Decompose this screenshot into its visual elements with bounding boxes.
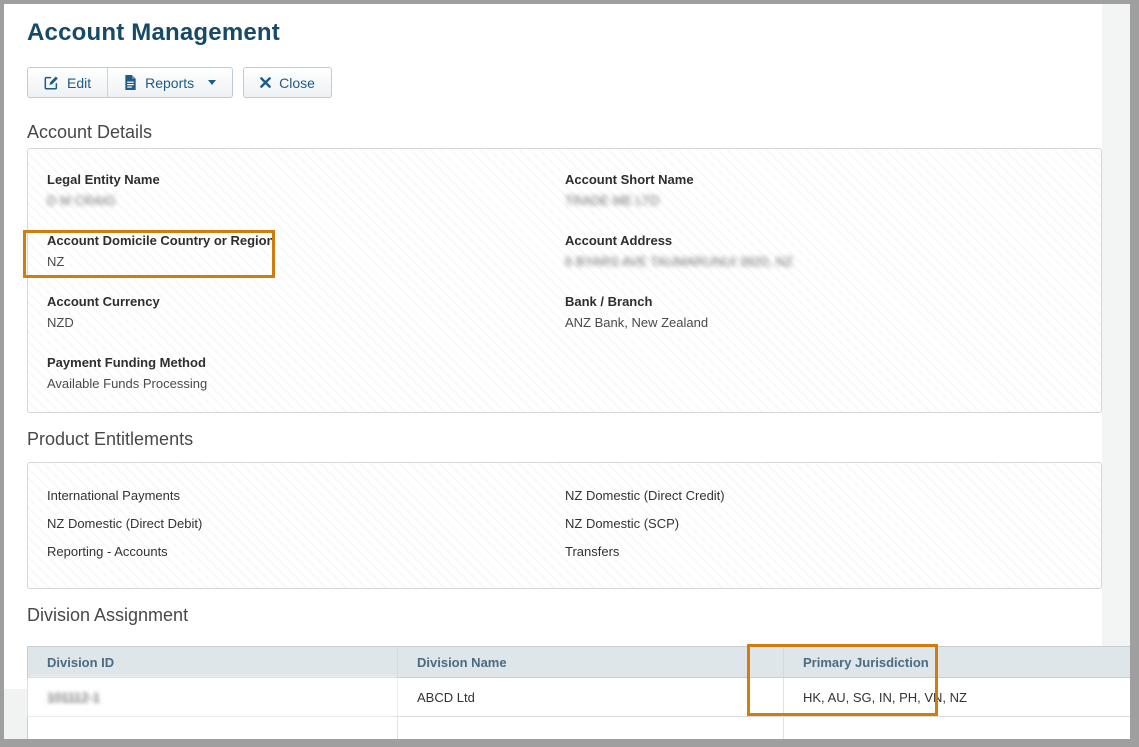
cell-empty bbox=[28, 717, 398, 740]
field-value: ANZ Bank, New Zealand bbox=[565, 315, 1082, 330]
toolbar-button-group: Edit Reports bbox=[27, 67, 233, 98]
field-label: Account Currency bbox=[47, 294, 565, 309]
product-entitlements-list: International Payments NZ Domestic (Dire… bbox=[47, 487, 1082, 561]
field-value: NZD bbox=[47, 315, 565, 330]
field-value-redacted: 6 BYARS AVE TAUMARUNUI 3920, NZ bbox=[565, 254, 1082, 269]
close-icon bbox=[260, 77, 271, 88]
page-title: Account Management bbox=[27, 17, 1130, 49]
field-account-domicile-country: Account Domicile Country or Region NZ bbox=[47, 233, 565, 273]
entitlement-item: NZ Domestic (Direct Credit) bbox=[565, 487, 1082, 505]
field-value: Available Funds Processing bbox=[47, 376, 565, 391]
reports-button-label: Reports bbox=[145, 75, 194, 91]
field-label: Account Address bbox=[565, 233, 1082, 248]
field-value-redacted: TRADE ME LTD bbox=[565, 193, 1082, 208]
field-bank-branch: Bank / Branch ANZ Bank, New Zealand bbox=[565, 294, 1082, 334]
entitlement-item: Transfers bbox=[565, 543, 1082, 561]
page-content: Account Management Edit bbox=[4, 4, 1130, 739]
toolbar: Edit Reports bbox=[27, 67, 1130, 98]
table-row-division[interactable]: 101112-1 ABCD Ltd HK, AU, SG, IN, PH, VN… bbox=[28, 678, 1131, 717]
field-value: NZ bbox=[47, 254, 565, 269]
column-header-primary-jurisdiction: Primary Jurisdiction bbox=[784, 647, 1131, 678]
field-account-currency: Account Currency NZD bbox=[47, 294, 565, 334]
edit-icon bbox=[44, 75, 59, 90]
document-icon bbox=[124, 75, 137, 90]
column-header-division-name: Division Name bbox=[398, 647, 784, 678]
account-details-fields: Legal Entity Name D M CRAIG Account Shor… bbox=[47, 172, 1082, 395]
section-heading-account-details: Account Details bbox=[27, 120, 1130, 144]
field-account-short-name: Account Short Name TRADE ME LTD bbox=[565, 172, 1082, 212]
section-heading-product-entitlements: Product Entitlements bbox=[27, 427, 1130, 451]
field-account-address: Account Address 6 BYARS AVE TAUMARUNUI 3… bbox=[565, 233, 1082, 273]
reports-button[interactable]: Reports bbox=[107, 68, 232, 97]
account-details-panel: Legal Entity Name D M CRAIG Account Shor… bbox=[27, 148, 1102, 413]
cell-division-name: ABCD Ltd bbox=[398, 678, 784, 717]
column-header-division-id: Division ID bbox=[28, 647, 398, 678]
division-assignment-table: Division ID Division Name Primary Jurisd… bbox=[27, 646, 1102, 739]
caret-down-icon bbox=[208, 80, 216, 85]
field-value-redacted: D M CRAIG bbox=[47, 193, 565, 208]
field-legal-entity-name: Legal Entity Name D M CRAIG bbox=[47, 172, 565, 212]
field-empty bbox=[565, 355, 1082, 395]
field-label: Bank / Branch bbox=[565, 294, 1082, 309]
table-row-empty bbox=[28, 717, 1131, 740]
edit-button-label: Edit bbox=[67, 75, 91, 91]
cell-division-id-redacted: 101112-1 bbox=[28, 678, 398, 717]
cell-empty bbox=[784, 717, 1131, 740]
field-label: Payment Funding Method bbox=[47, 355, 565, 370]
cell-empty bbox=[398, 717, 784, 740]
section-heading-division-assignment: Division Assignment bbox=[27, 603, 1130, 627]
close-button-label: Close bbox=[279, 75, 315, 91]
table-header-row: Division ID Division Name Primary Jurisd… bbox=[28, 647, 1131, 678]
field-label: Account Short Name bbox=[565, 172, 1082, 187]
entitlement-item: NZ Domestic (SCP) bbox=[565, 515, 1082, 533]
cell-primary-jurisdiction: HK, AU, SG, IN, PH, VN, NZ bbox=[784, 678, 1131, 717]
field-label: Account Domicile Country or Region bbox=[47, 233, 565, 248]
entitlement-item: Reporting - Accounts bbox=[47, 543, 565, 561]
product-entitlements-panel: International Payments NZ Domestic (Dire… bbox=[27, 462, 1102, 589]
field-label: Legal Entity Name bbox=[47, 172, 565, 187]
entitlement-item: International Payments bbox=[47, 487, 565, 505]
app-window: Account Management Edit bbox=[0, 0, 1139, 747]
close-button[interactable]: Close bbox=[244, 68, 331, 97]
edit-button[interactable]: Edit bbox=[28, 68, 107, 97]
field-payment-funding-method: Payment Funding Method Available Funds P… bbox=[47, 355, 565, 395]
close-button-group: Close bbox=[243, 67, 332, 98]
entitlement-item: NZ Domestic (Direct Debit) bbox=[47, 515, 565, 533]
